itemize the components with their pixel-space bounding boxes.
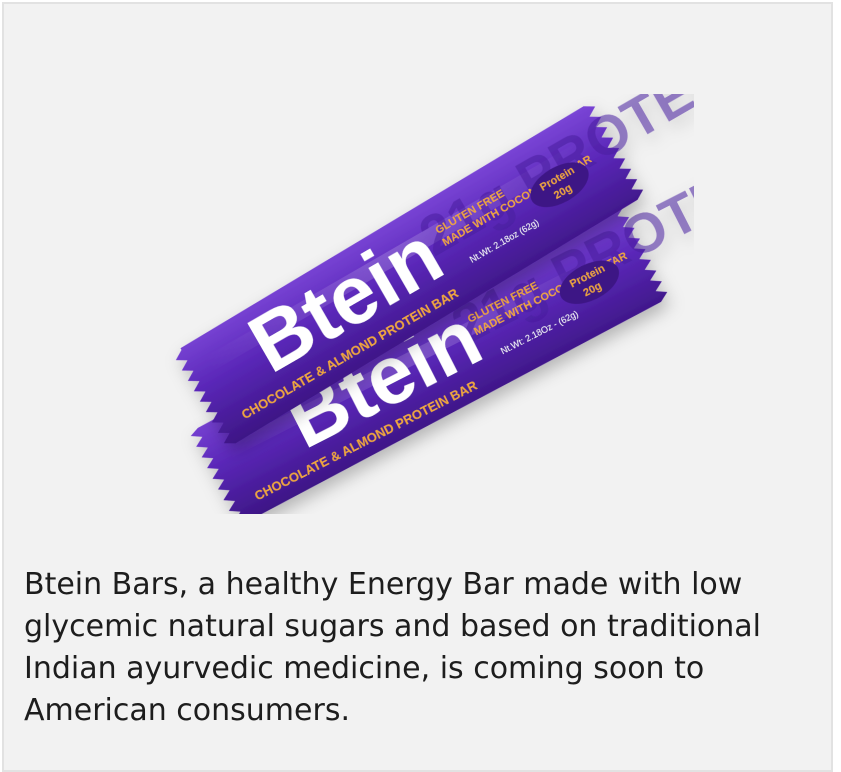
article-caption: Btein Bars, a healthy Energy Bar made wi… [24,567,762,728]
protein-bar-image: 21g PROTEIN Btein CHOCOLATE & ALMOND PRO… [175,94,694,514]
article-card: 21g PROTEIN Btein CHOCOLATE & ALMOND PRO… [2,2,833,772]
